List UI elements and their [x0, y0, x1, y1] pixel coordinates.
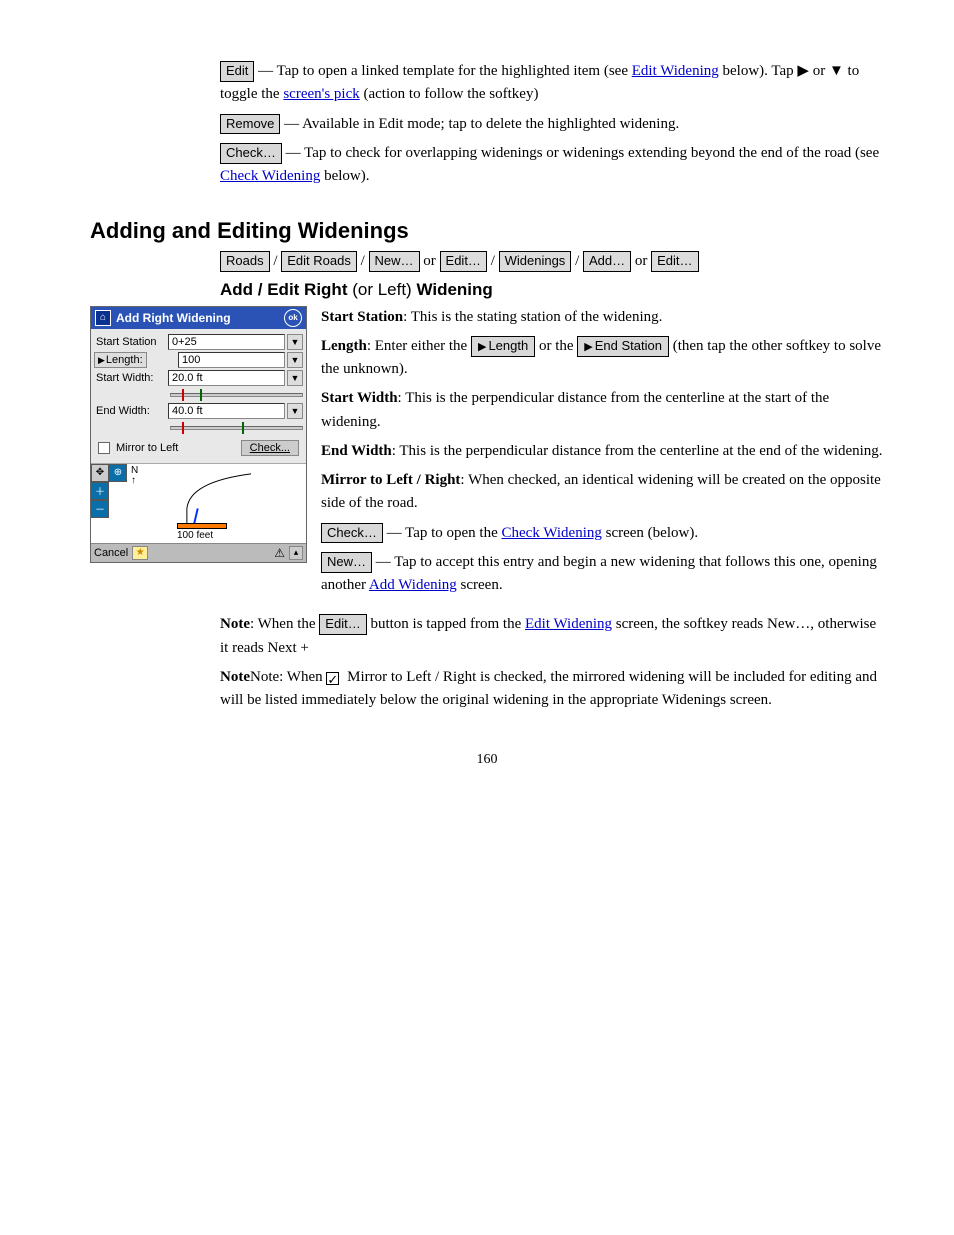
new-button[interactable]: New…	[369, 251, 420, 272]
app-icon: ⌂	[95, 310, 111, 326]
edit-button[interactable]: Edit	[220, 61, 254, 82]
start-width-slider[interactable]	[170, 388, 303, 400]
dropdown-icon[interactable]: ▼	[287, 352, 303, 368]
check-button-2[interactable]: Check…	[321, 523, 383, 544]
text: button is tapped from the	[370, 616, 525, 632]
link-add-widening[interactable]: Add Widening	[369, 577, 457, 593]
dropdown-icon[interactable]: ▼	[287, 403, 303, 419]
add-button[interactable]: Add…	[583, 251, 631, 272]
heading-adding-editing: Adding and Editing Widenings	[90, 218, 884, 244]
device-check-button[interactable]: Check...	[241, 440, 299, 456]
cancel-button[interactable]: Cancel	[94, 547, 128, 559]
text: — Tap to open a linked template for the …	[258, 63, 632, 79]
sep: /	[575, 253, 579, 269]
end-station-softkey[interactable]: ▶End Station	[577, 336, 669, 357]
sip-toggle-icon[interactable]: ▴	[289, 546, 303, 560]
favorites-icon[interactable]: ★	[132, 546, 148, 560]
zoom-in-icon[interactable]: ＋	[91, 482, 109, 500]
dropdown-icon[interactable]: ▼	[287, 370, 303, 386]
scale-label: 100 feet	[177, 530, 213, 541]
text: (action to follow the softkey)	[364, 86, 539, 102]
start-station-label: Start Station	[94, 336, 166, 348]
remove-button[interactable]: Remove	[220, 114, 280, 135]
end-width-slider[interactable]	[170, 421, 303, 433]
dialog-title: Add Right Widening	[116, 311, 279, 325]
sep: /	[361, 253, 365, 269]
edit-button-3[interactable]: Edit…	[651, 251, 698, 272]
zoom-window-icon[interactable]: ⊕	[109, 464, 127, 482]
length-softkey[interactable]: ▶Length	[471, 336, 535, 357]
text: or the	[539, 338, 577, 354]
sep: /	[491, 253, 495, 269]
edit-roads-button[interactable]: Edit Roads	[281, 251, 357, 272]
link-check-widening-2[interactable]: Check Widening	[502, 525, 602, 541]
checkbox-icon	[326, 672, 339, 685]
scale-bar	[177, 523, 227, 529]
new-button-2[interactable]: New…	[321, 552, 372, 573]
zoom-out-icon[interactable]: －	[91, 500, 109, 518]
map-preview: N↑ 100 feet	[127, 464, 306, 543]
start-width-desc: Start Width: This is the perpendicular d…	[321, 387, 884, 434]
heading-add-edit-right-left: Add / Edit Right (or Left) Widening	[220, 280, 884, 300]
edit-button-2[interactable]: Edit…	[440, 251, 487, 272]
text: Note: When	[250, 669, 326, 685]
mirror-label: Mirror to Left	[116, 442, 235, 454]
start-station-input[interactable]: 0+25	[168, 334, 285, 350]
text: or	[423, 253, 439, 269]
start-station-desc: Start Station: This is the stating stati…	[321, 306, 884, 329]
start-width-label: Start Width:	[94, 372, 166, 384]
device-screenshot: ⌂ Add Right Widening ok Start Station 0+…	[90, 306, 307, 563]
text: screen.	[461, 577, 503, 593]
text: — Tap to check for overlapping widenings…	[286, 145, 880, 161]
mirror-desc: Mirror to Left / Right: When checked, an…	[321, 469, 884, 516]
roads-button[interactable]: Roads	[220, 251, 270, 272]
text: below).	[324, 168, 369, 184]
zoom-extents-icon[interactable]: ✥	[91, 464, 109, 482]
link-edit-widening[interactable]: Edit Widening	[632, 63, 719, 79]
link-screens-pick[interactable]: screen's pick	[283, 86, 359, 102]
note-label: Note	[220, 616, 250, 632]
note-label-2: Note	[220, 669, 250, 685]
end-width-desc: End Width: This is the perpendicular dis…	[321, 440, 884, 463]
link-check-widening[interactable]: Check Widening	[220, 168, 320, 184]
ok-button[interactable]: ok	[284, 309, 302, 327]
dropdown-icon[interactable]: ▼	[287, 334, 303, 350]
page-number: 160	[90, 752, 884, 768]
link-edit-widening-2[interactable]: Edit Widening	[525, 616, 612, 632]
widenings-button[interactable]: Widenings	[499, 251, 572, 272]
text: — Available in Edit mode; tap to delete …	[284, 116, 679, 132]
length-desc: LengthLength: Enter either the : Enter e…	[321, 335, 884, 382]
check-button[interactable]: Check…	[220, 143, 282, 164]
sep: /	[273, 253, 277, 269]
edit-button-4[interactable]: Edit…	[319, 614, 366, 635]
text: — Tap to open the	[387, 525, 502, 541]
text: screen (below).	[606, 525, 698, 541]
warning-icon: ⚠	[274, 546, 285, 560]
end-width-input[interactable]: 40.0 ft	[168, 403, 285, 419]
length-input[interactable]: 100	[178, 352, 285, 368]
mirror-checkbox[interactable]	[98, 442, 110, 454]
text: or	[635, 253, 651, 269]
start-width-input[interactable]: 20.0 ft	[168, 370, 285, 386]
text: : When the	[250, 616, 319, 632]
end-width-label: End Width:	[94, 405, 166, 417]
dialog-titlebar: ⌂ Add Right Widening ok	[91, 307, 306, 329]
length-toggle[interactable]: ▶Length:	[94, 352, 147, 368]
